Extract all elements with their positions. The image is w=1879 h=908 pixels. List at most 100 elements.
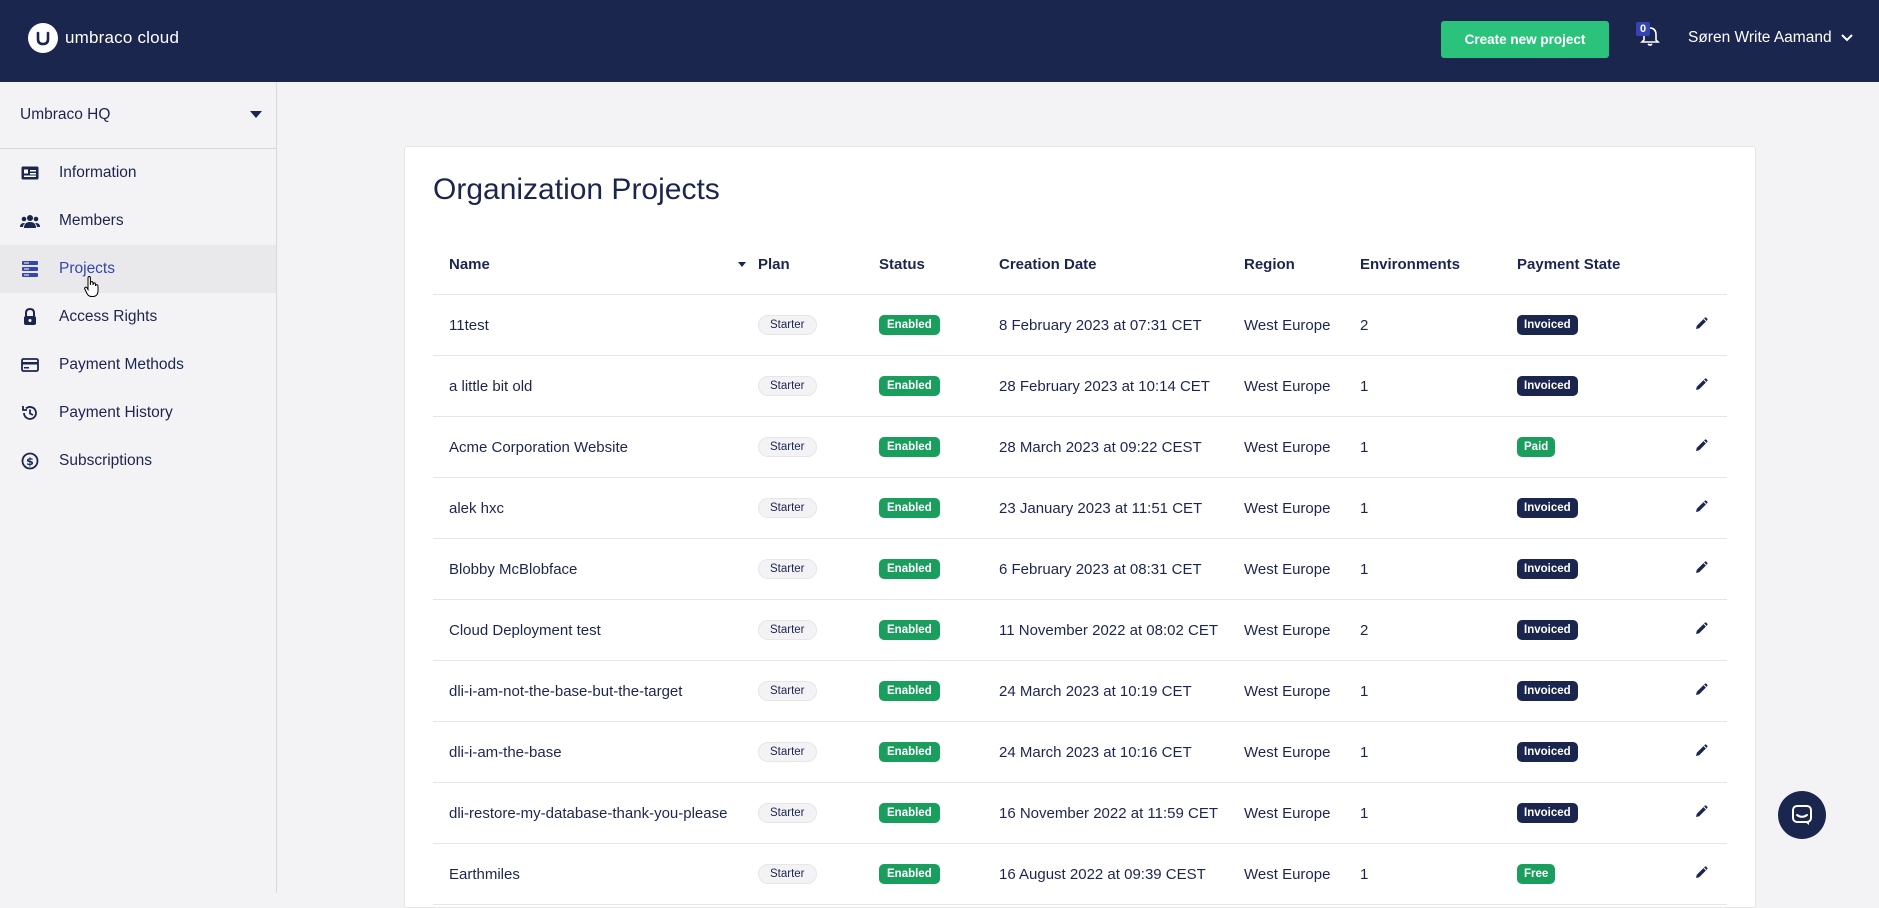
- pencil-icon: [1696, 500, 1708, 512]
- status-cell: Enabled: [879, 843, 999, 905]
- edit-project-button[interactable]: [1695, 560, 1709, 578]
- plan-cell: Starter: [758, 782, 879, 844]
- project-name[interactable]: Acme Corporation Website: [433, 416, 758, 478]
- status-cell: Enabled: [879, 721, 999, 783]
- payment-state-cell: Invoiced: [1517, 477, 1677, 539]
- sidebar-item-members[interactable]: Members: [0, 197, 276, 245]
- status-badge: Enabled: [879, 376, 940, 396]
- edit-project-button[interactable]: [1695, 499, 1709, 517]
- sort-caret-icon: [738, 262, 746, 267]
- credit-card-icon: [20, 355, 40, 375]
- sidebar-nav: Information Members Projects Access Righ…: [0, 149, 276, 485]
- environment-count: 1: [1360, 782, 1517, 844]
- edit-project-button[interactable]: [1695, 316, 1709, 334]
- organization-name: Umbraco HQ: [20, 106, 111, 123]
- sidebar-item-access-rights[interactable]: Access Rights: [0, 293, 276, 341]
- column-header-name[interactable]: Name: [433, 235, 758, 295]
- project-name[interactable]: Blobby McBlobface: [433, 538, 758, 600]
- table-row[interactable]: alek hxc Starter Enabled 23 January 2023 at…: [433, 477, 1727, 539]
- edit-project-button[interactable]: [1695, 804, 1709, 822]
- plan-cell: Starter: [758, 721, 879, 783]
- creation-date: 6 February 2023 at 08:31 CET: [999, 538, 1244, 600]
- sidebar-item-label: Payment History: [59, 404, 173, 421]
- table-header-row: Name Plan Status Creation Date Region En…: [433, 235, 1727, 295]
- payment-state-cell: Invoiced: [1517, 599, 1677, 661]
- region: West Europe: [1244, 599, 1360, 661]
- project-name[interactable]: Cloud Deployment test: [433, 599, 758, 661]
- project-name-text: dli-i-am-the-base: [449, 743, 562, 761]
- region: West Europe: [1244, 477, 1360, 539]
- edit-project-button[interactable]: [1695, 682, 1709, 700]
- umbraco-cloud-logo[interactable]: umbraco cloud: [28, 23, 179, 53]
- table-row[interactable]: Earthmiles Starter Enabled 16 August 2022 a…: [433, 843, 1727, 905]
- sidebar-item-payment-history[interactable]: Payment History: [0, 389, 276, 437]
- edit-project-button[interactable]: [1695, 621, 1709, 639]
- project-name[interactable]: dli-i-am-the-base: [433, 721, 758, 783]
- edit-cell: [1677, 355, 1727, 417]
- plan-badge: Starter: [758, 376, 817, 396]
- payment-state-badge: Invoiced: [1517, 315, 1578, 335]
- sidebar-item-information[interactable]: Information: [0, 149, 276, 197]
- edit-cell: [1677, 660, 1727, 722]
- project-name-text: Cloud Deployment test: [449, 621, 601, 639]
- sidebar-item-projects[interactable]: Projects: [0, 245, 276, 293]
- creation-date: 16 November 2022 at 11:59 CET: [999, 782, 1244, 844]
- project-name-text: alek hxc: [449, 499, 505, 517]
- project-name[interactable]: dli-i-am-not-the-base-but-the-target: [433, 660, 758, 722]
- status-badge: Enabled: [879, 437, 940, 457]
- chat-launcher-button[interactable]: [1778, 791, 1826, 839]
- sidebar-item-label: Payment Methods: [59, 356, 184, 373]
- pencil-icon: [1696, 744, 1708, 756]
- table-row[interactable]: Acme Corporation Website Starter Enabled 28…: [433, 416, 1727, 478]
- table-row[interactable]: Cloud Deployment test Starter Enabled 11 No…: [433, 599, 1727, 661]
- pencil-icon: [1696, 317, 1708, 329]
- pencil-icon: [1696, 805, 1708, 817]
- payment-state-cell: Free: [1517, 843, 1677, 905]
- organization-selector[interactable]: Umbraco HQ: [0, 82, 276, 149]
- project-name-text: Acme Corporation Website: [449, 438, 628, 456]
- project-name[interactable]: dli-restore-my-database-thank-you-please: [433, 782, 758, 844]
- project-name[interactable]: alek hxc: [433, 477, 758, 539]
- sidebar-item-payment-methods[interactable]: Payment Methods: [0, 341, 276, 389]
- table-row[interactable]: 11test Starter Enabled 8 February 2023 at 0…: [433, 294, 1727, 356]
- payment-state-badge: Free: [1517, 864, 1556, 884]
- column-header-payment-state: Payment State: [1517, 235, 1677, 295]
- edit-project-button[interactable]: [1695, 743, 1709, 761]
- column-header-creation-date: Creation Date: [999, 235, 1244, 295]
- project-name-text: 11test: [449, 316, 489, 334]
- create-new-project-button[interactable]: Create new project: [1441, 21, 1609, 58]
- status-badge: Enabled: [879, 681, 940, 701]
- column-header-label: Name: [449, 256, 490, 273]
- column-header-status: Status: [879, 235, 999, 295]
- creation-date: 24 March 2023 at 10:19 CET: [999, 660, 1244, 722]
- project-name[interactable]: 11test: [433, 294, 758, 356]
- project-name[interactable]: a little bit old: [433, 355, 758, 417]
- project-name-text: Blobby McBlobface: [449, 560, 578, 578]
- top-bar: umbraco cloud Create new project 0 Søren…: [0, 0, 1879, 82]
- region: West Europe: [1244, 721, 1360, 783]
- status-cell: Enabled: [879, 355, 999, 417]
- creation-date: 28 February 2023 at 10:14 CET: [999, 355, 1244, 417]
- edit-project-button[interactable]: [1695, 865, 1709, 883]
- table-row[interactable]: a little bit old Starter Enabled 28 Februar…: [433, 355, 1727, 417]
- environment-count: 1: [1360, 721, 1517, 783]
- creation-date: 16 August 2022 at 09:39 CEST: [999, 843, 1244, 905]
- table-row[interactable]: dli-restore-my-database-thank-you-please…: [433, 782, 1727, 844]
- projects-table: Name Plan Status Creation Date Region En…: [433, 235, 1727, 905]
- table-row[interactable]: dli-i-am-not-the-base-but-the-target Star…: [433, 660, 1727, 722]
- plan-badge: Starter: [758, 498, 817, 518]
- payment-state-badge: Invoiced: [1517, 498, 1578, 518]
- table-row[interactable]: Blobby McBlobface Starter Enabled 6 Februar…: [433, 538, 1727, 600]
- user-menu[interactable]: Søren Write Aamand: [1688, 29, 1854, 47]
- edit-project-button[interactable]: [1695, 438, 1709, 456]
- pencil-icon: [1696, 683, 1708, 695]
- lock-icon: [20, 307, 40, 327]
- status-cell: Enabled: [879, 294, 999, 356]
- edit-project-button[interactable]: [1695, 377, 1709, 395]
- payment-state-cell: Invoiced: [1517, 721, 1677, 783]
- project-name[interactable]: Earthmiles: [433, 843, 758, 905]
- environment-count: 1: [1360, 660, 1517, 722]
- sidebar-item-subscriptions[interactable]: $ Subscriptions: [0, 437, 276, 485]
- table-row[interactable]: dli-i-am-the-base Starter Enabled 24 March …: [433, 721, 1727, 783]
- status-badge: Enabled: [879, 864, 940, 884]
